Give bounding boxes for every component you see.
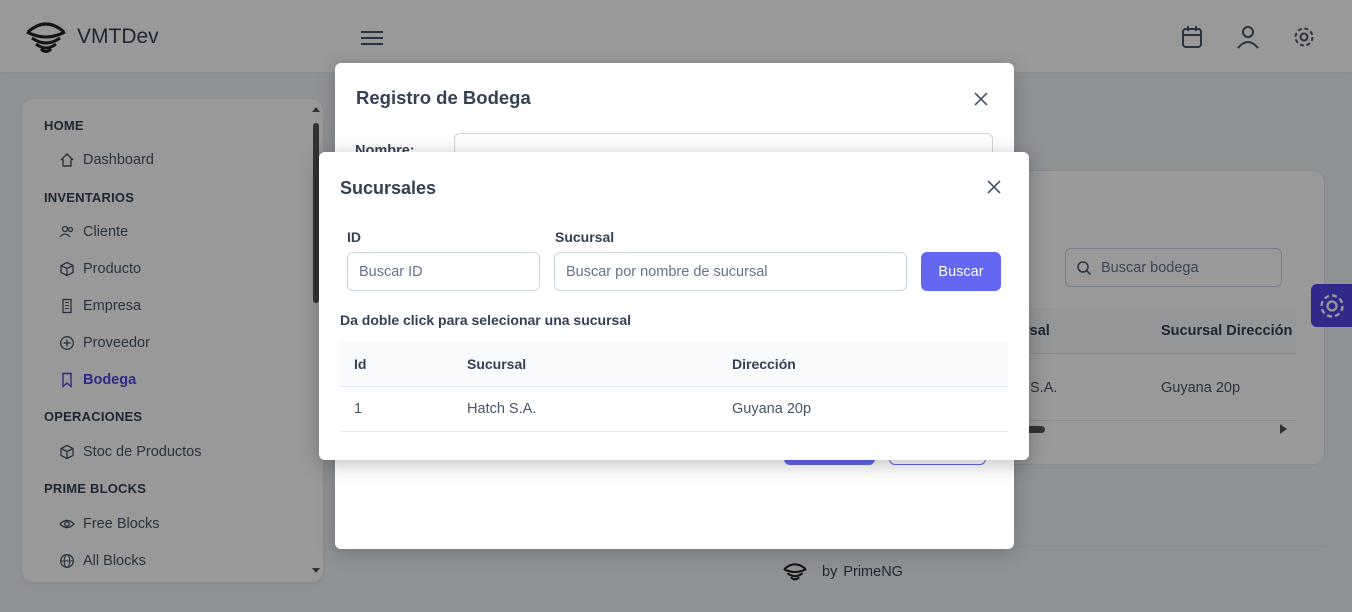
column-header-id: Id [354, 356, 367, 372]
table-row[interactable] [340, 387, 1008, 432]
id-label: ID [347, 229, 361, 245]
sucursal-search-input[interactable] [554, 252, 907, 291]
column-header-sucursal: Sucursal [467, 356, 527, 372]
table-cell-direccion: Guyana 20p [732, 401, 812, 417]
sucursales-table-header [340, 342, 1008, 387]
selection-hint: Da doble click para selecionar una sucur… [340, 312, 632, 328]
table-cell-sucursal: Hatch S.A. [467, 401, 537, 417]
table-cell-id: 1 [354, 401, 363, 417]
dialog-title: Registro de Bodega [356, 87, 531, 108]
close-button[interactable] [971, 89, 991, 109]
dialog-title: Sucursales [340, 178, 437, 198]
sucursales-dialog: Sucursales ID Sucursal Buscar Da doble c… [319, 152, 1029, 460]
id-search-input[interactable] [347, 252, 540, 291]
column-header-direccion: Dirección [732, 356, 796, 372]
close-icon [974, 92, 988, 106]
close-icon [987, 180, 1001, 194]
close-button[interactable] [984, 177, 1004, 197]
buscar-button[interactable]: Buscar [921, 252, 1001, 291]
sucursal-label: Sucursal [555, 229, 615, 245]
